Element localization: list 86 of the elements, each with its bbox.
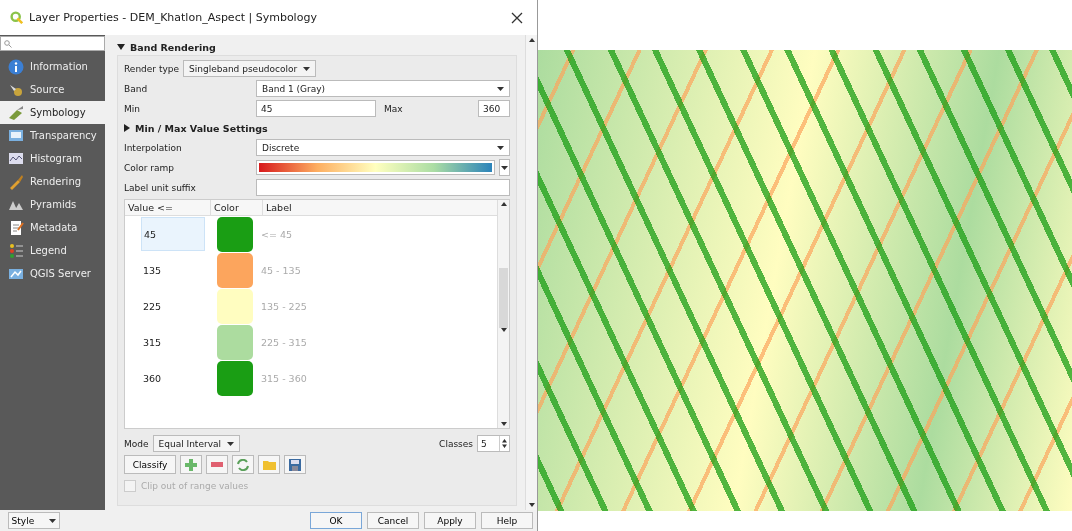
save-icon [289,458,301,471]
caret-icon [49,518,57,523]
dialog-button[interactable]: Help [481,512,533,529]
scroll-up-icon[interactable] [500,202,507,206]
column-header[interactable]: Label [263,200,497,215]
caret-icon [303,66,311,71]
field-label: Band [124,83,149,94]
folder-icon [262,459,276,470]
sidebar-item[interactable]: Information [0,55,105,78]
sidebar-item-icon [8,127,24,144]
add-class-button[interactable] [180,455,202,474]
caret-icon [501,165,508,170]
value-cell[interactable]: 135 [141,253,205,287]
sidebar-item[interactable]: QGIS Server [0,262,105,285]
minus-icon [211,462,223,467]
field-label: Color ramp [124,162,176,173]
sidebar-item-icon [8,58,24,75]
spin-arrows-icon[interactable] [502,439,507,448]
sidebar-item[interactable]: Histogram [0,147,105,170]
section-title: Band Rendering [130,41,216,53]
save-button[interactable] [284,455,306,474]
sidebar-item-icon [8,219,24,236]
sidebar-item-icon [8,173,24,190]
suffix-field[interactable] [256,179,510,196]
max-field[interactable]: 360 [478,100,510,117]
column-header[interactable]: Value <= [125,200,211,215]
sidebar-item[interactable]: Source [0,78,105,101]
caret-icon [227,441,234,446]
value-cell[interactable]: 45 [141,217,205,251]
window-title: Layer Properties - DEM_Khatlon_Aspect | Symbology [29,11,318,24]
expand-icon[interactable] [124,124,130,132]
color-swatch[interactable] [217,216,253,252]
sidebar-item[interactable]: Symbology [0,101,105,124]
sidebar-item[interactable]: Legend [0,239,105,262]
column-header[interactable]: Color [211,200,263,215]
dialog-button[interactable]: Apply [424,512,476,529]
style-button[interactable]: Style [8,512,60,529]
interpolation-dropdown[interactable]: Discrete [256,139,510,156]
caret-icon [497,86,504,91]
value-cell[interactable]: 225 [141,289,205,323]
color-swatch[interactable] [217,288,253,324]
scroll-down-icon[interactable] [528,503,535,507]
mode-dropdown[interactable]: Equal Interval [152,435,240,452]
render-type-dropdown[interactable]: Singleband pseudocolor [183,60,317,77]
app-logo-icon [10,11,23,24]
scrollbar[interactable] [497,200,509,428]
band-dropdown[interactable]: Band 1 (Gray) [256,80,510,97]
field-label: Interpolation [124,142,183,153]
search-icon [4,39,12,48]
classify-button[interactable]: Classify [124,455,176,474]
sidebar-item-icon [8,150,24,167]
color-ramp-selector[interactable] [256,160,495,175]
color-swatch[interactable] [217,324,253,360]
field-label: Max [384,103,404,114]
sidebar-item-icon [8,104,24,121]
scrollbar[interactable] [525,35,537,510]
value-cell[interactable]: 315 [141,325,205,359]
sidebar-item[interactable]: Transparency [0,124,105,147]
sidebar-item[interactable]: Pyramids [0,193,105,216]
sidebar-item[interactable]: Rendering [0,170,105,193]
value-cell[interactable]: 360 [141,361,205,395]
sidebar-item[interactable]: Metadata [0,216,105,239]
scroll-up-icon[interactable] [528,38,535,42]
checkbox-label: Clip out of range values [141,480,249,491]
sidebar-item-icon [8,242,24,259]
dialog-button[interactable]: Cancel [367,512,419,529]
field-label: Classes [439,438,473,449]
scroll-down-icon[interactable] [500,422,507,426]
invert-button[interactable] [232,455,254,474]
remove-class-button[interactable] [206,455,228,474]
search-field[interactable] [0,36,105,51]
swap-arrows-icon [237,458,249,471]
dialog-button[interactable]: OK [310,512,362,529]
classes-spinbox[interactable]: 5 [477,435,510,452]
plus-icon [185,458,197,471]
field-label: Label unit suffix [124,182,197,193]
field-label: Mode [124,438,149,449]
color-swatch[interactable] [217,360,253,396]
min-field[interactable]: 45 [256,100,376,117]
color-swatch[interactable] [217,252,253,288]
scrollbar-thumb[interactable] [499,268,508,328]
caret-icon [497,145,504,150]
section-title: Min / Max Value Settings [135,122,268,134]
field-label: Min [124,103,141,114]
field-label: Render type [124,63,179,74]
color-ramp-menu-button[interactable] [499,159,510,176]
